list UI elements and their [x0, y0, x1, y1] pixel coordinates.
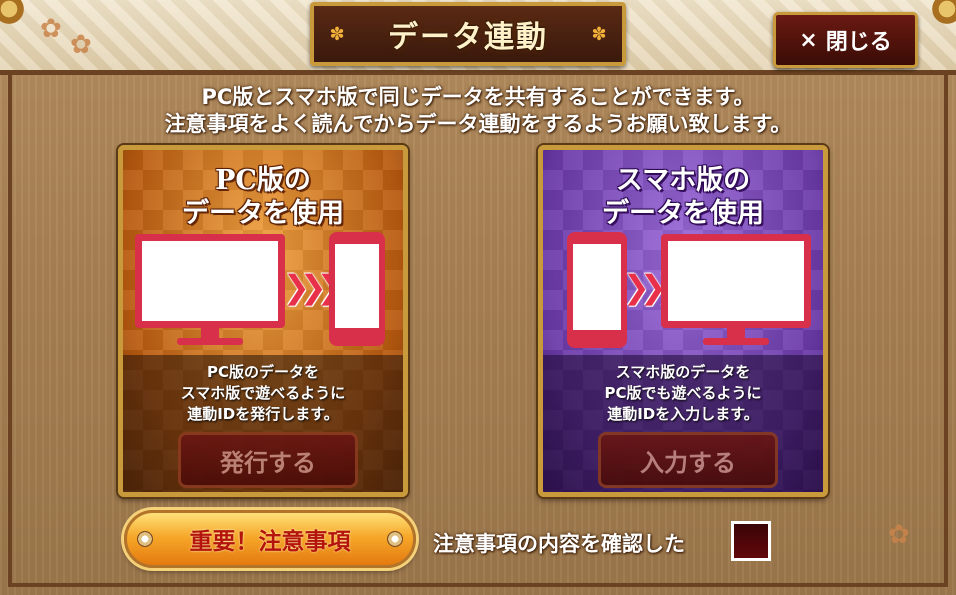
maple-leaf-icon: ✿ [40, 14, 62, 44]
pc-desc-line-1: PC版のデータを [206, 363, 319, 381]
pc-panel-title-line-2: データを使用 [182, 198, 344, 229]
intro-line-2: 注意事項をよく読んでからデータ連動をするようお願い致します。 [164, 112, 792, 136]
sp-panel-title-line-1: スマホ版の [615, 165, 751, 196]
pc-panel-title-line-1: PC版の [215, 165, 311, 196]
arrow-right-icon: ❯❯❯ [283, 268, 344, 306]
sp-desc-line-2: PC版でも遊べるように [604, 384, 762, 402]
dialog-title: データ連動 [388, 20, 548, 55]
sp-desc-line-1: スマホ版のデータを [615, 363, 751, 381]
smartphone-data-panel: スマホ版の データを使用 ❯❯❯ スマホ版のデータを PC版でも遊べるように 連… [538, 145, 828, 497]
smartphone-icon [567, 232, 627, 348]
smartphone-icon [329, 232, 385, 346]
knot-ornament-icon [387, 531, 403, 547]
flower-ornament-icon: ✽ [591, 24, 607, 45]
important-notice-label: 重要！注意事項 [189, 529, 351, 555]
pc-desc-line-2: スマホ版で遊べるように [180, 384, 346, 402]
pc-data-panel: PC版の データを使用 ❯❯❯ PC版のデータを スマホ版で遊べるように 連動I… [118, 145, 408, 497]
close-button[interactable]: × 閉じる [773, 12, 918, 68]
confirm-checkbox[interactable] [731, 521, 771, 561]
intro-line-1: PC版とスマホ版で同じデータを共有することができます。 [201, 85, 755, 109]
pc-panel-title: PC版の データを使用 [123, 164, 403, 230]
sp-panel-title: スマホ版の データを使用 [543, 164, 823, 230]
close-button-label: 閉じる [825, 30, 892, 55]
knot-ornament-icon [137, 531, 153, 547]
maple-leaf-icon: ✿ [70, 30, 92, 60]
confirm-checkbox-label: 注意事項の内容を確認した [433, 532, 685, 556]
pc-desc-line-3: 連動IDを発行します。 [187, 405, 339, 423]
sp-panel-title-line-2: データを使用 [602, 198, 764, 229]
title-plate: ✽ データ連動 ✽ [310, 2, 626, 66]
close-icon: × [799, 27, 818, 53]
intro-text: PC版とスマホ版で同じデータを共有することができます。 注意事項をよく読んでから… [60, 84, 896, 138]
sp-panel-description: スマホ版のデータを PC版でも遊べるように 連動IDを入力します。 [543, 362, 823, 425]
issue-id-button[interactable]: 発行する [178, 432, 358, 488]
flower-ornament-icon: ✽ [329, 24, 345, 45]
input-id-button[interactable]: 入力する [598, 432, 778, 488]
pc-panel-description: PC版のデータを スマホ版で遊べるように 連動IDを発行します。 [123, 362, 403, 425]
important-notice-button[interactable]: 重要！注意事項 [124, 510, 416, 568]
sp-desc-line-3: 連動IDを入力します。 [607, 405, 759, 423]
